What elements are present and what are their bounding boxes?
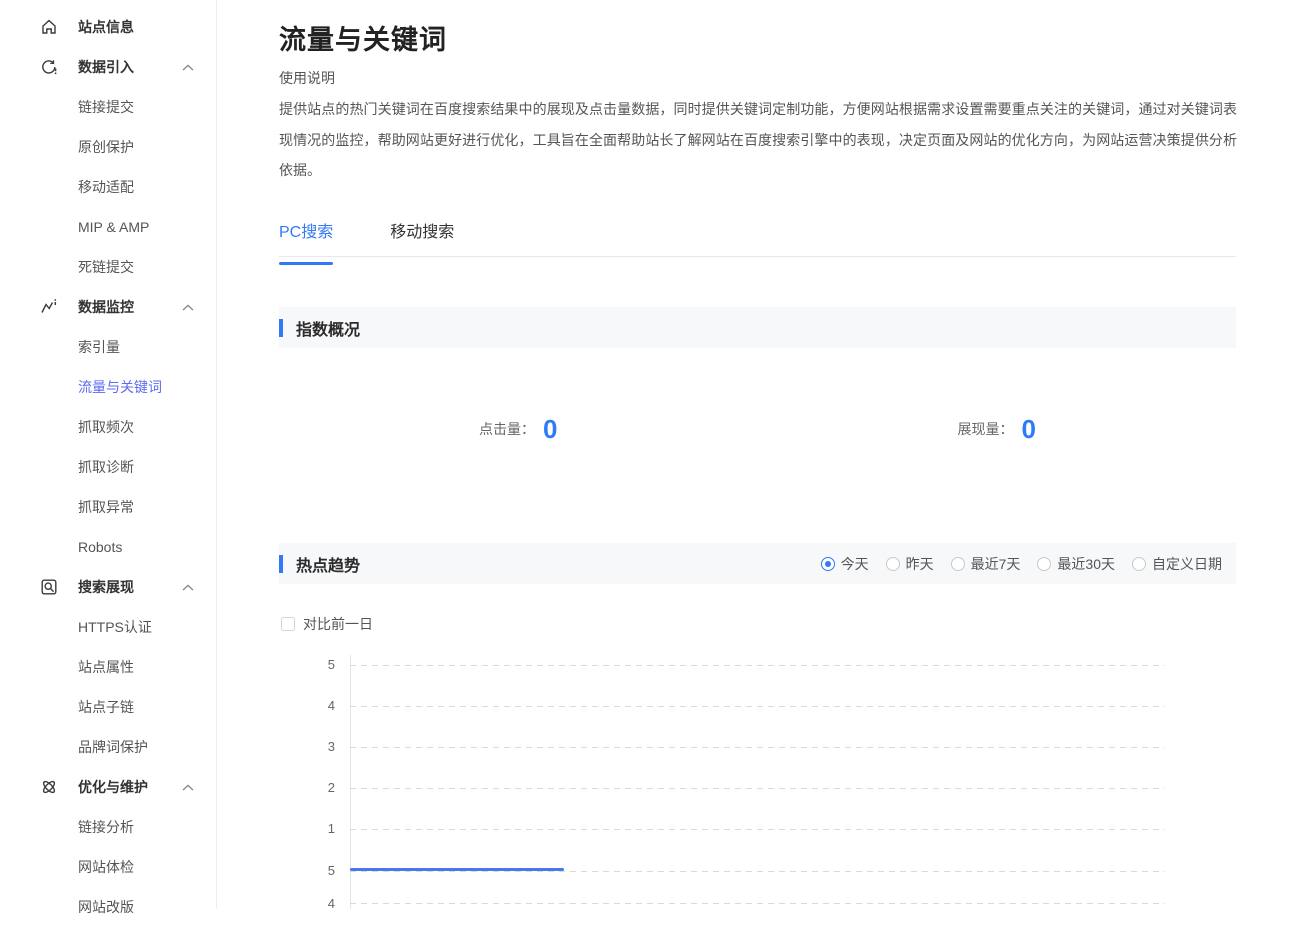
checkbox-icon: [281, 617, 295, 631]
page-title: 流量与关键词: [279, 18, 447, 57]
sidebar-item-original-protection[interactable]: 原创保护: [0, 127, 216, 167]
y-tick-label: 5: [307, 657, 335, 673]
search-type-tabs: PC搜索 移动搜索: [279, 218, 511, 256]
knot-icon: [40, 778, 58, 796]
sidebar-group-label: 站点信息: [78, 17, 134, 37]
tab-pc-search[interactable]: PC搜索: [279, 218, 333, 256]
sidebar-item-link-submit[interactable]: 链接提交: [0, 87, 216, 127]
radio-last-30-days[interactable]: 最近30天: [1037, 554, 1115, 574]
sidebar-item-mip-amp[interactable]: MIP & AMP: [0, 207, 216, 247]
sidebar-item-site-revision[interactable]: 网站改版: [0, 887, 216, 927]
tab-mobile-search[interactable]: 移动搜索: [390, 218, 454, 256]
section-accent-bar: [279, 555, 283, 573]
main-content: 流量与关键词 使用说明 提供站点的热门关键词在百度搜索结果中的展现及点击量数据，…: [217, 0, 1302, 909]
sidebar-group-label: 数据引入: [78, 57, 134, 77]
y-tick-label: 1: [307, 821, 335, 837]
y-tick-label: 3: [307, 739, 335, 755]
radio-custom-date[interactable]: 自定义日期: [1132, 554, 1222, 574]
sidebar-group-label: 优化与维护: [78, 777, 148, 797]
y-tick-label: 4: [307, 896, 335, 912]
sidebar-item-traffic-keywords[interactable]: 流量与关键词: [0, 367, 216, 407]
chart-gridline: [350, 747, 1165, 748]
chart-gridline: [350, 788, 1165, 789]
y-tick-label: 5: [307, 863, 335, 879]
radio-icon: [1037, 557, 1051, 571]
stat-clicks: 点击量： 0: [279, 403, 758, 455]
sidebar-group-search-display[interactable]: 搜索展现: [0, 567, 216, 607]
home-icon: [40, 18, 58, 36]
stat-value: 0: [1022, 414, 1036, 445]
sidebar-item-site-sublinks[interactable]: 站点子链: [0, 687, 216, 727]
sidebar-group-site-info[interactable]: 站点信息: [0, 7, 216, 47]
sidebar-item-robots[interactable]: Robots: [0, 527, 216, 567]
radio-selected-icon: [821, 557, 835, 571]
chevron-up-icon[interactable]: [182, 778, 194, 796]
sidebar-item-site-checkup[interactable]: 网站体检: [0, 847, 216, 887]
radio-icon: [886, 557, 900, 571]
sidebar-item-crawl-diagnosis[interactable]: 抓取诊断: [0, 447, 216, 487]
radio-yesterday[interactable]: 昨天: [886, 554, 934, 574]
active-tab-underline: [279, 262, 333, 265]
date-range-radio-group: 今天 昨天 最近7天 最近30天 自定义日期: [804, 554, 1236, 574]
sidebar-item-brand-protection[interactable]: 品牌词保护: [0, 727, 216, 767]
sidebar-group-label: 搜索展现: [78, 577, 134, 597]
radio-last-7-days[interactable]: 最近7天: [951, 554, 1021, 574]
section-title: 热点趋势: [296, 552, 360, 576]
sidebar-item-index-volume[interactable]: 索引量: [0, 327, 216, 367]
sidebar-group-label: 数据监控: [78, 297, 134, 317]
usage-label: 使用说明: [279, 68, 335, 88]
section-header-index-overview: 指数概况: [279, 307, 1236, 348]
stat-label: 展现量：: [958, 419, 1014, 439]
sidebar-item-crawl-frequency[interactable]: 抓取频次: [0, 407, 216, 447]
chart-gridline: [350, 871, 1165, 872]
chevron-up-icon[interactable]: [182, 578, 194, 596]
chart-y-axis-line: [350, 655, 351, 909]
sidebar-item-site-properties[interactable]: 站点属性: [0, 647, 216, 687]
sidebar-group-data-monitoring[interactable]: 数据监控: [0, 287, 216, 327]
chevron-up-icon[interactable]: [182, 298, 194, 316]
stat-value: 0: [543, 414, 557, 445]
section-header-hot-trend: 热点趋势 今天 昨天 最近7天 最近30天 自定义日期: [279, 543, 1236, 584]
sidebar-item-dead-link-submit[interactable]: 死链提交: [0, 247, 216, 287]
compare-previous-day-checkbox[interactable]: 对比前一日: [281, 614, 373, 634]
stat-impressions: 展现量： 0: [758, 403, 1237, 455]
section-title: 指数概况: [296, 316, 360, 340]
import-icon: [40, 58, 58, 76]
chart-gridline: [350, 665, 1165, 666]
line-chart-icon: [40, 298, 58, 316]
sidebar-group-data-import[interactable]: 数据引入: [0, 47, 216, 87]
sidebar-item-https-cert[interactable]: HTTPS认证: [0, 607, 216, 647]
search-box-icon: [40, 578, 58, 596]
usage-description: 提供站点的热门关键词在百度搜索结果中的展现及点击量数据，同时提供关键词定制功能，…: [279, 94, 1237, 186]
radio-icon: [1132, 557, 1146, 571]
stat-label: 点击量：: [479, 419, 535, 439]
sidebar: 站点信息 数据引入 链接提交 原创保护 移动适配 MIP & AMP 死链提交: [0, 0, 217, 909]
tabs-divider: [279, 256, 1236, 257]
chart-gridline: [350, 706, 1165, 707]
sidebar-item-crawl-exception[interactable]: 抓取异常: [0, 487, 216, 527]
sidebar-group-optimization[interactable]: 优化与维护: [0, 767, 216, 807]
radio-today[interactable]: 今天: [821, 554, 869, 574]
chart-gridline: [350, 829, 1165, 830]
chart-series-line: [350, 868, 564, 871]
sidebar-item-mobile-adaptation[interactable]: 移动适配: [0, 167, 216, 207]
section-accent-bar: [279, 319, 283, 337]
chart-gridline: [350, 903, 1165, 904]
sidebar-item-link-analysis[interactable]: 链接分析: [0, 807, 216, 847]
stats-row: 点击量： 0 展现量： 0: [279, 403, 1236, 455]
y-tick-label: 2: [307, 780, 335, 796]
chevron-up-icon[interactable]: [182, 58, 194, 76]
radio-icon: [951, 557, 965, 571]
y-tick-label: 4: [307, 698, 335, 714]
